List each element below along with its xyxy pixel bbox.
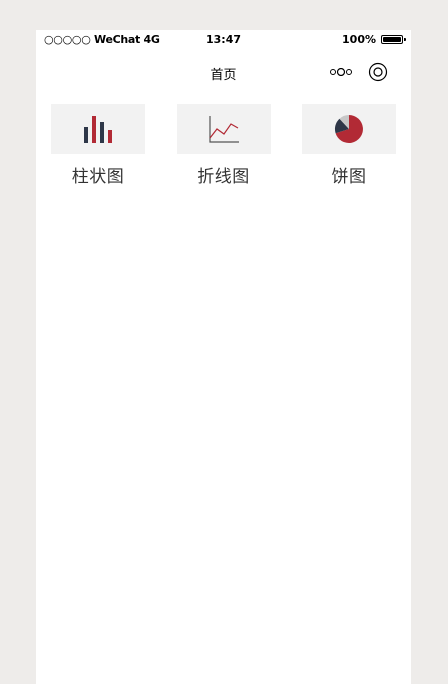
pie-chart-tile[interactable] [302, 104, 396, 154]
more-button[interactable] [323, 59, 359, 85]
more-dots-icon [330, 68, 352, 76]
pie-chart-icon [334, 114, 363, 143]
bar-chart-tile[interactable] [51, 104, 145, 154]
line-chart-icon [208, 116, 239, 143]
mini-program-capsule [323, 59, 397, 85]
target-close-icon [368, 62, 388, 82]
battery-icon [381, 35, 406, 44]
nav-bar: 首页 [36, 50, 411, 94]
grid-item-label: 折线图 [197, 167, 250, 187]
battery-status: 100% [342, 33, 406, 46]
grid-item-label: 饼图 [331, 167, 367, 187]
grid-item-bar-chart[interactable]: 柱状图 [51, 104, 145, 187]
phone-screen: ○○○○○ WeChat 4G 13:47 100% 首页 柱状图 折线图 饼图 [36, 30, 411, 684]
close-button[interactable] [360, 59, 396, 85]
grid-item-line-chart[interactable]: 折线图 [176, 104, 271, 187]
line-chart-tile[interactable] [176, 104, 271, 154]
battery-percent: 100% [342, 33, 376, 46]
chart-type-grid: 柱状图 折线图 饼图 [36, 104, 411, 187]
bar-chart-icon [84, 116, 112, 143]
grid-item-pie-chart[interactable]: 饼图 [302, 104, 396, 187]
status-bar: ○○○○○ WeChat 4G 13:47 100% [36, 30, 411, 50]
grid-item-label: 柱状图 [71, 167, 125, 187]
